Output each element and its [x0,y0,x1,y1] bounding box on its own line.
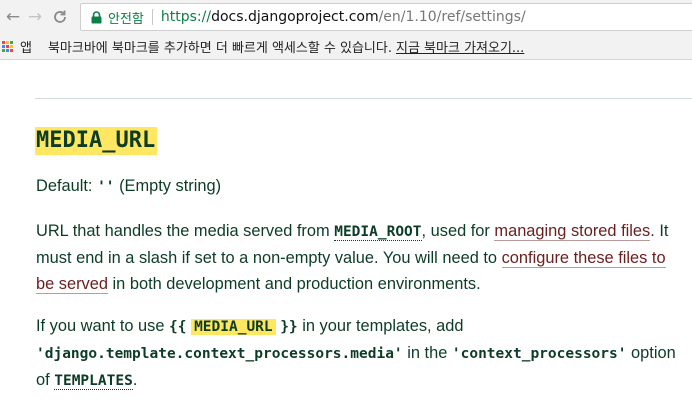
url-path: /en/1.10/ref/settings/ [378,9,526,25]
default-line: Default: '' (Empty string) [36,173,686,200]
back-arrow-icon[interactable]: ← [2,6,24,28]
import-bookmarks-link[interactable]: 지금 북마크 가져오기... [396,37,524,56]
apps-shortcut[interactable]: 앱 [20,37,32,56]
default-label: Default: [36,177,93,195]
media-url-var: MEDIA_URL [191,319,276,335]
managing-stored-files-link[interactable]: managing stored files [494,222,651,241]
forward-arrow-icon[interactable]: → [24,6,46,28]
url-scheme: https:// [160,9,212,25]
section-divider [35,98,692,99]
desc-text-2: , used for [421,222,495,240]
media-root-link[interactable]: MEDIA_ROOT [334,224,422,241]
page-content: MEDIA_URL Default: '' (Empty string) URL… [0,60,692,402]
template-var-open: {{ [169,319,187,335]
desc-text-4: in both development and production envir… [107,275,481,293]
secure-label: 안전함 [108,11,144,27]
usage-text-5: . [132,371,138,389]
context-processor-media-code: 'django.template.context_processors.medi… [36,346,403,362]
usage-text-3: in the [402,344,452,362]
omnibox-separator [151,9,153,25]
apps-grid-icon[interactable] [2,40,14,53]
url-text[interactable]: https://docs.djangoproject.com/en/1.10/r… [161,9,526,25]
templates-link[interactable]: TEMPLATES [54,373,133,390]
usage-text-2: in your templates, add [297,317,464,335]
setting-heading: MEDIA_URL [35,127,158,155]
description-paragraph: URL that handles the media served from M… [36,218,686,297]
context-processors-code: 'context_processors' [451,346,627,362]
lock-icon [89,9,103,25]
bookmarks-message: 북마크바에 북마크를 추가하면 더 빠르게 액세스할 수 있습니다. [47,41,392,56]
reload-icon[interactable] [49,6,71,28]
usage-paragraph: If you want to use {{ MEDIA_URL }} in yo… [36,313,686,394]
url-host: docs.djangoproject.com [211,9,379,25]
browser-toolbar: ← → 안전함 https://docs.djangoproject.com/e… [0,0,692,34]
default-value: '' [97,179,115,195]
default-note: (Empty string) [119,177,222,195]
desc-text-1: URL that handles the media served from [36,222,335,240]
usage-text-1: If you want to use [36,317,170,335]
bookmarks-bar: 앱 북마크바에 북마크를 추가하면 더 빠르게 액세스할 수 있습니다. 지금 … [0,34,692,60]
address-bar[interactable]: 안전함 https://docs.djangoproject.com/en/1.… [80,3,692,31]
template-var-close: }} [280,319,298,335]
